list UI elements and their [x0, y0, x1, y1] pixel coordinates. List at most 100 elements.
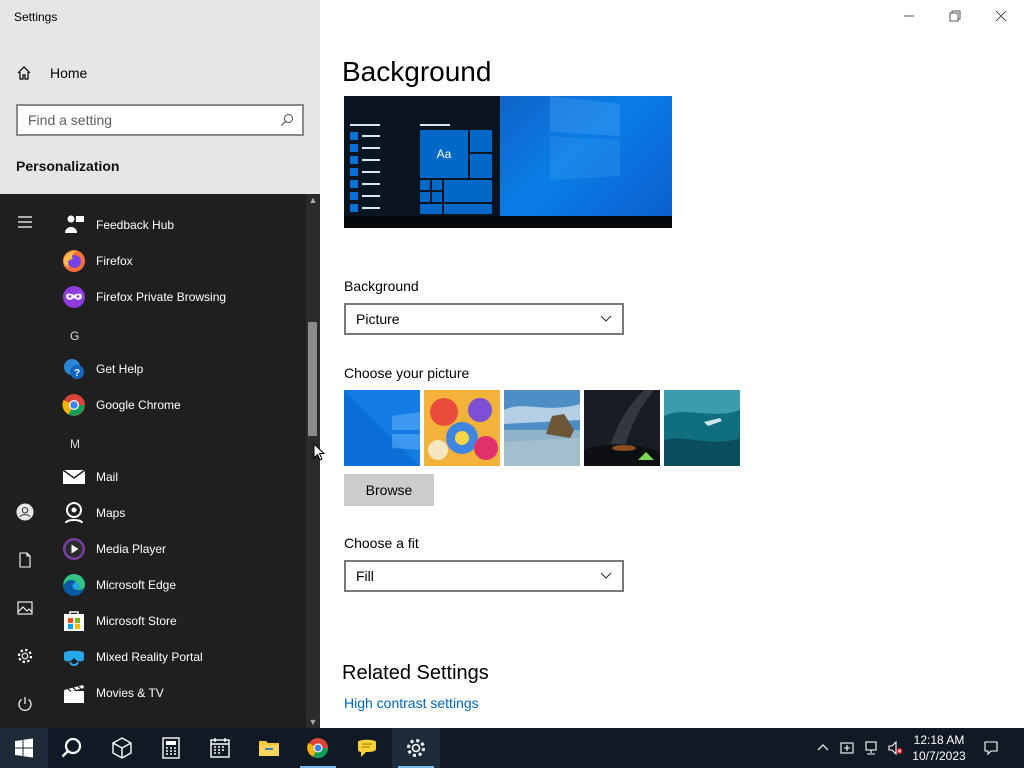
search-icon — [61, 737, 82, 758]
app-label: Maps — [96, 506, 126, 520]
get-help-icon: ? — [64, 359, 84, 379]
app-item-firefox-private[interactable]: Firefox Private Browsing — [62, 279, 302, 315]
expand-menu-button[interactable] — [0, 202, 50, 242]
firefox-private-icon — [63, 286, 85, 308]
clock-time: 12:18 AM — [913, 733, 965, 747]
system-clock[interactable]: 12:18 AM 10/7/2023 — [908, 732, 970, 764]
chrome-icon — [62, 394, 85, 416]
app-label: Microsoft Store — [96, 614, 177, 628]
clock-date: 10/7/2023 — [912, 749, 966, 763]
mail-icon — [62, 469, 86, 484]
app-label: Firefox Private Browsing — [96, 290, 227, 304]
movies-tv-icon — [64, 685, 84, 703]
fit-dropdown-value: Fill — [356, 568, 374, 584]
picture-thumbnail-circus[interactable] — [424, 390, 500, 466]
close-button[interactable] — [990, 6, 1012, 26]
app-item-movies-tv[interactable]: Movies & TV — [62, 675, 302, 711]
high-contrast-settings-link[interactable]: High contrast settings — [344, 695, 479, 711]
hamburger-icon — [18, 216, 32, 228]
picture-thumbnail-beach[interactable] — [504, 390, 580, 466]
app-label: Firefox — [96, 254, 133, 268]
taskbar: 12:18 AM 10/7/2023 — [0, 728, 1024, 768]
show-hidden-icons-button[interactable] — [814, 739, 832, 757]
browse-button[interactable]: Browse — [344, 474, 434, 506]
app-item-microsoft-edge[interactable]: Microsoft Edge — [62, 567, 302, 603]
feedback-hub-icon — [65, 215, 84, 233]
fit-dropdown[interactable]: Fill — [344, 560, 624, 592]
power-button[interactable] — [0, 684, 50, 724]
group-letter-m[interactable]: M — [70, 437, 80, 451]
user-account-button[interactable] — [0, 492, 50, 532]
scroll-up-icon[interactable]: ▲ — [306, 194, 320, 206]
calendar-icon — [210, 738, 230, 758]
search-box[interactable] — [16, 104, 304, 136]
app-list-scrollbar[interactable] — [306, 194, 320, 728]
home-nav-item[interactable]: Home — [16, 62, 87, 84]
app-label: Google Chrome — [96, 398, 181, 412]
preview-taskbar — [344, 216, 672, 228]
group-letter-g[interactable]: G — [70, 329, 79, 343]
background-preview: Aa — [344, 96, 672, 228]
scrollbar-thumb[interactable] — [308, 322, 317, 436]
notifications-button[interactable] — [982, 739, 1000, 757]
document-icon — [19, 552, 31, 568]
chevron-down-icon — [600, 572, 612, 579]
firefox-icon — [63, 250, 85, 272]
store-icon — [64, 611, 84, 631]
app-item-get-help[interactable]: ? Get Help — [62, 351, 302, 387]
app-title: Settings — [14, 10, 58, 24]
picture-thumbnail-underwater[interactable] — [664, 390, 740, 466]
settings-content: Background Aa Background Picture Choose … — [320, 0, 1024, 728]
search-input[interactable] — [28, 112, 280, 128]
calendar-taskbar-button[interactable] — [196, 728, 244, 768]
file-explorer-taskbar-button[interactable] — [245, 728, 293, 768]
settings-taskbar-button[interactable] — [392, 728, 440, 768]
app-label: Mail — [96, 470, 119, 484]
search-icon[interactable] — [280, 113, 294, 127]
3d-viewer-taskbar-button[interactable] — [98, 728, 146, 768]
picture-thumbnail-night-sky[interactable] — [584, 390, 660, 466]
app-item-google-chrome[interactable]: Google Chrome — [62, 387, 302, 423]
background-dropdown-value: Picture — [356, 311, 400, 327]
calculator-taskbar-button[interactable] — [147, 728, 195, 768]
app-label: Movies & TV — [96, 686, 164, 700]
close-icon — [995, 10, 1007, 22]
preview-tile-text: Aa — [436, 147, 452, 161]
tray-app-icon — [840, 742, 854, 754]
chrome-taskbar-button[interactable] — [294, 728, 342, 768]
power-icon — [18, 697, 32, 711]
network-button[interactable] — [862, 739, 880, 757]
search-taskbar-button[interactable] — [48, 728, 96, 768]
app-item-mail[interactable]: Mail — [62, 459, 302, 495]
mouse-cursor-icon — [313, 443, 325, 461]
start-button[interactable] — [0, 728, 48, 768]
tray-app-button[interactable] — [838, 739, 856, 757]
app-item-mixed-reality-portal[interactable]: Mixed Reality Portal — [62, 639, 302, 675]
background-label: Background — [344, 278, 419, 294]
app-item-firefox[interactable]: Firefox — [62, 243, 302, 279]
gear-icon — [17, 648, 33, 664]
app-item-microsoft-store[interactable]: Microsoft Store — [62, 603, 302, 639]
settings-button[interactable] — [0, 636, 50, 676]
volume-button[interactable] — [886, 739, 904, 757]
chrome-icon — [307, 738, 329, 759]
sticky-notes-taskbar-button[interactable] — [343, 728, 391, 768]
documents-button[interactable] — [0, 540, 50, 580]
pictures-button[interactable] — [0, 588, 50, 628]
mixed-reality-icon — [64, 650, 84, 666]
start-rail — [0, 194, 50, 728]
background-dropdown[interactable]: Picture — [344, 303, 624, 335]
app-item-media-player[interactable]: Media Player — [62, 531, 302, 567]
network-icon — [865, 741, 877, 755]
app-item-maps[interactable]: Maps — [62, 495, 302, 531]
gear-icon — [407, 739, 425, 757]
media-player-icon — [63, 538, 85, 560]
windows-logo-wallpaper — [550, 96, 620, 180]
start-menu: Feedback Hub Firefox Firefox Private Bro… — [0, 194, 320, 728]
scroll-down-icon[interactable]: ▼ — [306, 716, 320, 728]
restore-button[interactable] — [944, 6, 966, 26]
picture-thumbnail-windows[interactable] — [344, 390, 420, 466]
app-item-feedback-hub[interactable]: Feedback Hub — [62, 207, 302, 243]
minimize-button[interactable] — [898, 6, 920, 26]
app-label: Get Help — [96, 362, 144, 376]
